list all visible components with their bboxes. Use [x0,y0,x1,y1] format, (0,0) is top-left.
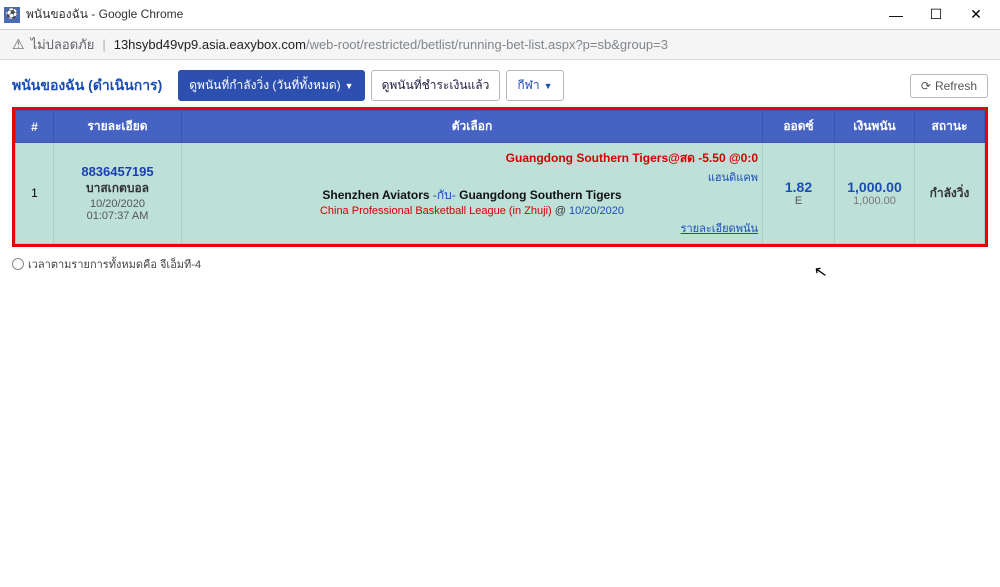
match-teams: Shenzhen Aviators -กับ- Guangdong Southe… [186,186,758,205]
th-odds: ออดซ์ [763,111,835,143]
stake-sub: 1,000.00 [839,195,910,207]
caret-down-icon: ▼ [345,81,354,91]
cell-detail: 8836457195 บาสเกตบอล 10/20/2020 01:07:37… [54,143,182,244]
window-controls: — ☐ ✕ [876,1,996,29]
address-bar[interactable]: ⚠ ไม่ปลอดภัย | 13hsybd49vp9.asia.eaxybox… [0,30,1000,60]
tab-running-bets[interactable]: ดูพนันที่กำลังวิ่ง (วันที่ทั้งหมด) ▼ [178,70,364,101]
radio-icon [12,258,24,270]
tab-settled-bets[interactable]: ดูพนันที่ชำระเงินแล้ว [371,70,501,101]
refresh-icon: ⟳ [921,79,931,93]
th-status: สถานะ [915,111,985,143]
minimize-button[interactable]: — [876,1,916,29]
sport-filter-button[interactable]: กีฬา ▼ [506,70,563,101]
caret-down-icon: ▼ [544,81,553,91]
th-selection: ตัวเลือก [182,111,763,143]
th-detail: รายละเอียด [54,111,182,143]
th-num: # [16,111,54,143]
window-titlebar: ⚽ พนันของฉัน - Google Chrome — ☐ ✕ [0,0,1000,30]
separator: | [102,37,105,52]
bet-id: 8836457195 [58,164,177,179]
pick-label: Guangdong Southern Tigers@สด -5.50 @0:0 [506,151,758,165]
odds-type: E [767,195,830,207]
page-title: พนันของฉัน (ดำเนินการ) [12,75,162,97]
close-button[interactable]: ✕ [956,1,996,29]
bet-date: 10/20/2020 [58,198,177,210]
cell-selection: Guangdong Southern Tigers@สด -5.50 @0:0 … [182,143,763,244]
league-info: China Professional Basketball League (in… [186,205,758,217]
th-stake: เงินพนัน [835,111,915,143]
odds-value: 1.82 [785,179,812,195]
cell-num: 1 [16,143,54,244]
url-host: 13hsybd49vp9.asia.eaxybox.com [114,37,306,52]
bet-detail-link[interactable]: รายละเอียดพนัน [186,217,758,237]
bet-table: # รายละเอียด ตัวเลือก ออดซ์ เงินพนัน สถา… [15,110,985,244]
url-path: /web-root/restricted/betlist/running-bet… [306,37,668,52]
favicon: ⚽ [4,7,20,23]
window-title: พนันของฉัน - Google Chrome [26,5,876,24]
insecure-icon: ⚠ [12,36,25,53]
cell-odds: 1.82 E [763,143,835,244]
bet-type-label: แฮนดิแคพ [708,172,758,184]
refresh-button[interactable]: ⟳ Refresh [910,74,988,98]
bet-table-highlight: # รายละเอียด ตัวเลือก ออดซ์ เงินพนัน สถา… [12,107,988,247]
timezone-note: เวลาตามรายการทั้งหมดคือ จีเอ็มที-4 [12,255,988,273]
bet-time: 01:07:37 AM [58,210,177,222]
maximize-button[interactable]: ☐ [916,1,956,29]
stake-value: 1,000.00 [847,179,902,195]
cell-stake: 1,000.00 1,000.00 [835,143,915,244]
sport-name: บาสเกตบอล [58,179,177,198]
toolbar: พนันของฉัน (ดำเนินการ) ดูพนันที่กำลังวิ่… [12,70,988,101]
insecure-label: ไม่ปลอดภัย [31,34,95,55]
cell-status: กำลังวิ่ง [915,143,985,244]
table-row: 1 8836457195 บาสเกตบอล 10/20/2020 01:07:… [16,143,985,244]
status-value: กำลังวิ่ง [930,186,970,200]
